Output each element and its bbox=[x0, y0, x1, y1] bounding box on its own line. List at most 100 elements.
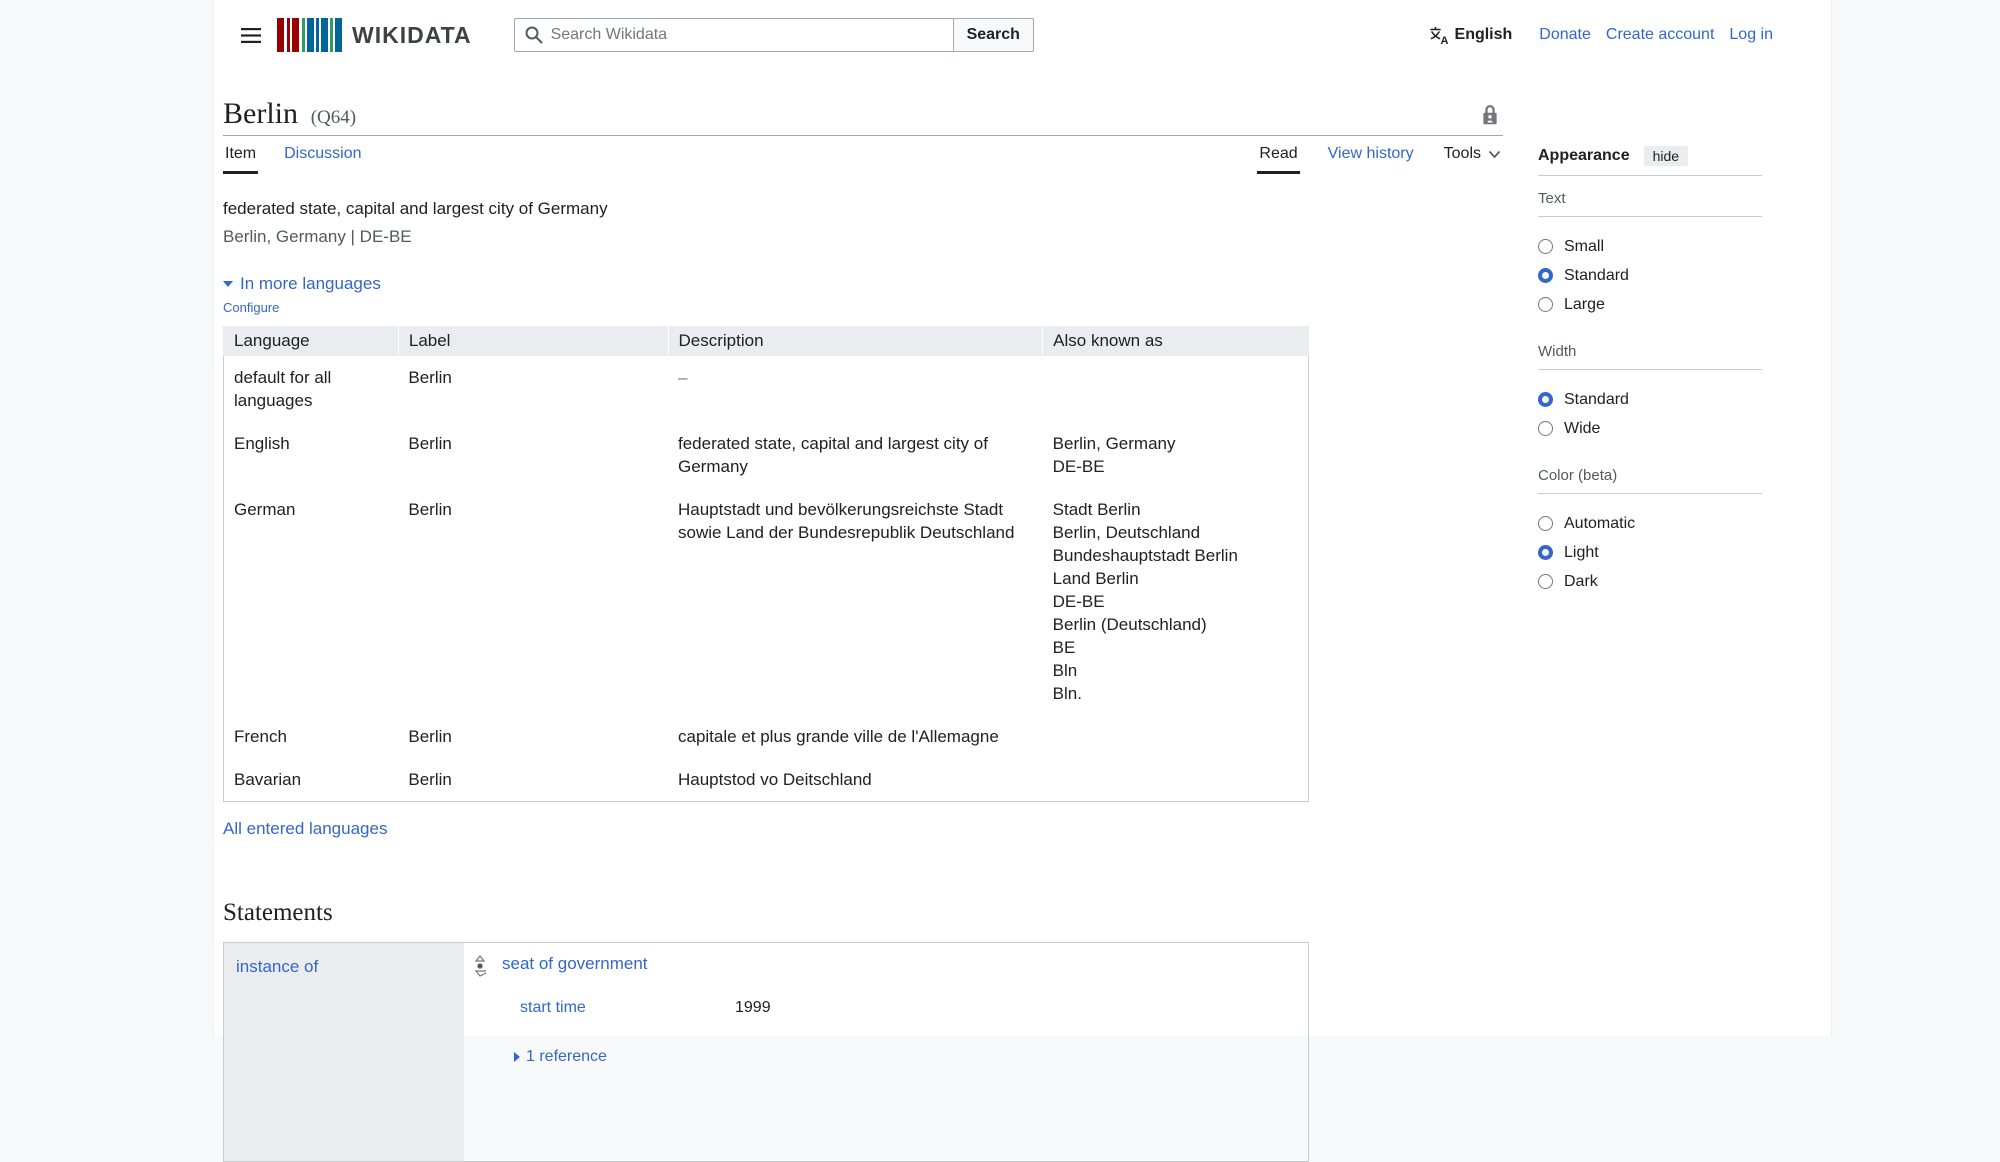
svg-text:A: A bbox=[1440, 35, 1448, 45]
create-account-link[interactable]: Create account bbox=[1606, 26, 1715, 44]
cell-language: French bbox=[234, 727, 287, 746]
cell-language: default for all languages bbox=[234, 368, 332, 410]
column-header-label: Label bbox=[397, 326, 669, 356]
radio-option[interactable]: Wide bbox=[1538, 414, 1762, 443]
radio-icon bbox=[1538, 574, 1553, 589]
search-form: Search bbox=[513, 18, 1034, 52]
appearance-options: Small Standard Large bbox=[1538, 232, 1762, 319]
radio-option[interactable]: Standard bbox=[1538, 261, 1762, 290]
in-more-languages-label: In more languages bbox=[240, 274, 381, 293]
language-table-header-row: Language Label Description Also known as bbox=[223, 326, 1309, 356]
site-header: WIKIDATA Search A English bbox=[214, 0, 1831, 70]
cell-language: German bbox=[234, 500, 296, 519]
tab-view-history[interactable]: View history bbox=[1326, 136, 1416, 174]
cell-description: Hauptstod vo Deitschland bbox=[678, 770, 872, 789]
tab-discussion[interactable]: Discussion bbox=[282, 136, 363, 174]
radio-icon bbox=[1538, 297, 1553, 312]
statement-body: seat of government start time 1999 1 ref… bbox=[464, 943, 1308, 1161]
radio-option-label: Standard bbox=[1564, 266, 1629, 284]
statement-group: instance of seat of government start tim… bbox=[223, 942, 1309, 1162]
cell-label: Berlin bbox=[408, 368, 452, 387]
tab-item[interactable]: Item bbox=[223, 136, 259, 174]
all-entered-languages-link[interactable]: All entered languages bbox=[223, 819, 387, 839]
chevron-down-icon bbox=[1488, 146, 1501, 164]
language-table-row: Bavarian Berlin Hauptstod vo Deitschland bbox=[224, 758, 1309, 802]
language-selector[interactable]: A English bbox=[1429, 26, 1513, 45]
radio-icon bbox=[1538, 239, 1553, 254]
cell-also-known-as bbox=[1043, 356, 1309, 423]
in-more-languages-toggle[interactable]: In more languages bbox=[223, 274, 1503, 294]
radio-option-label: Wide bbox=[1564, 419, 1601, 437]
entity-description: federated state, capital and largest cit… bbox=[223, 197, 1503, 249]
radio-option[interactable]: Dark bbox=[1538, 567, 1762, 596]
donate-link[interactable]: Donate bbox=[1539, 26, 1591, 44]
cell-description: capitale et plus grande ville de l'Allem… bbox=[678, 727, 999, 746]
translate-icon: A bbox=[1429, 26, 1448, 45]
triangle-right-icon bbox=[514, 1052, 520, 1062]
qualifier-property-link[interactable]: start time bbox=[520, 999, 586, 1016]
appearance-section: Text Small Standard Large bbox=[1538, 190, 1762, 319]
radio-option[interactable]: Automatic bbox=[1538, 509, 1762, 538]
page-toolbar: Item Discussion Read View history Tools bbox=[223, 136, 1503, 174]
language-table-row: German Berlin Hauptstadt und bevölkerung… bbox=[224, 488, 1309, 715]
language-table-row: default for all languages Berlin – bbox=[224, 356, 1309, 423]
appearance-sidebar: Appearance hide Text Small Standard Larg… bbox=[1538, 70, 1762, 596]
references-toggle[interactable]: 1 reference bbox=[514, 1048, 1294, 1066]
radio-option[interactable]: Large bbox=[1538, 290, 1762, 319]
cell-description: federated state, capital and largest cit… bbox=[678, 434, 988, 476]
tools-menu-label: Tools bbox=[1443, 144, 1481, 162]
hamburger-icon bbox=[241, 27, 261, 43]
user-nav: A English Donate Create account Log in bbox=[1429, 26, 1773, 45]
cell-label: Berlin bbox=[408, 770, 452, 789]
search-button[interactable]: Search bbox=[952, 18, 1034, 52]
column-header-description: Description bbox=[667, 326, 1044, 356]
column-header-language: Language bbox=[223, 326, 399, 356]
radio-option-label: Standard bbox=[1564, 390, 1629, 408]
main-menu-button[interactable] bbox=[234, 18, 268, 52]
radio-icon bbox=[1538, 421, 1553, 436]
radio-option-label: Automatic bbox=[1564, 514, 1636, 532]
radio-icon bbox=[1538, 268, 1553, 283]
cell-also-known-as: Stadt Berlin Berlin, Deutschland Bundesh… bbox=[1052, 500, 1238, 703]
statement-property-cell: instance of bbox=[224, 943, 464, 1161]
radio-option-label: Small bbox=[1564, 237, 1605, 255]
appearance-heading: Appearance bbox=[1538, 147, 1630, 164]
qualifier-value: 1999 bbox=[735, 999, 771, 1016]
wikidata-logo-bars-icon bbox=[277, 18, 342, 52]
cell-description: Hauptstadt und bevölkerungsreichste Stad… bbox=[678, 500, 1015, 542]
language-table-body: default for all languages Berlin – Engli… bbox=[224, 356, 1309, 802]
radio-option[interactable]: Small bbox=[1538, 232, 1762, 261]
page-container: WIKIDATA Search A English bbox=[213, 0, 1832, 1162]
language-table: Language Label Description Also known as… bbox=[223, 326, 1309, 802]
cell-also-known-as: Berlin, Germany DE-BE bbox=[1052, 434, 1176, 476]
radio-option[interactable]: Standard bbox=[1538, 385, 1762, 414]
rank-selector-icon[interactable] bbox=[474, 955, 491, 982]
appearance-section-label: Width bbox=[1538, 343, 1762, 370]
appearance-header: Appearance hide bbox=[1538, 146, 1762, 176]
radio-option-label: Dark bbox=[1564, 572, 1598, 590]
language-table-row: English Berlin federated state, capital … bbox=[224, 422, 1309, 488]
qualifier-row: start time 1999 bbox=[520, 999, 1294, 1017]
description-text: federated state, capital and largest cit… bbox=[223, 199, 608, 218]
search-input[interactable] bbox=[513, 18, 953, 52]
appearance-hide-button[interactable]: hide bbox=[1643, 146, 1689, 166]
semi-protection-lock-icon bbox=[1481, 103, 1499, 131]
cell-language: Bavarian bbox=[234, 770, 302, 789]
appearance-options: Standard Wide bbox=[1538, 385, 1762, 443]
configure-link[interactable]: Configure bbox=[223, 300, 279, 315]
wikidata-logo-text: WIKIDATA bbox=[352, 21, 472, 48]
wikidata-logo[interactable]: WIKIDATA bbox=[277, 18, 472, 52]
property-link[interactable]: instance of bbox=[236, 957, 318, 976]
log-in-link[interactable]: Log in bbox=[1729, 26, 1773, 44]
description-aliases: Berlin, Germany | DE-BE bbox=[223, 227, 412, 246]
language-selector-label: English bbox=[1454, 26, 1513, 43]
radio-icon bbox=[1538, 516, 1553, 531]
title-row: Berlin (Q64) bbox=[223, 96, 1503, 136]
cell-also-known-as bbox=[1043, 715, 1309, 758]
radio-option[interactable]: Light bbox=[1538, 538, 1762, 567]
triangle-down-icon bbox=[223, 281, 233, 287]
tools-menu-button[interactable]: Tools bbox=[1442, 136, 1503, 174]
statement-value-link[interactable]: seat of government bbox=[502, 953, 648, 975]
tab-read[interactable]: Read bbox=[1257, 136, 1300, 174]
search-icon bbox=[524, 25, 544, 50]
